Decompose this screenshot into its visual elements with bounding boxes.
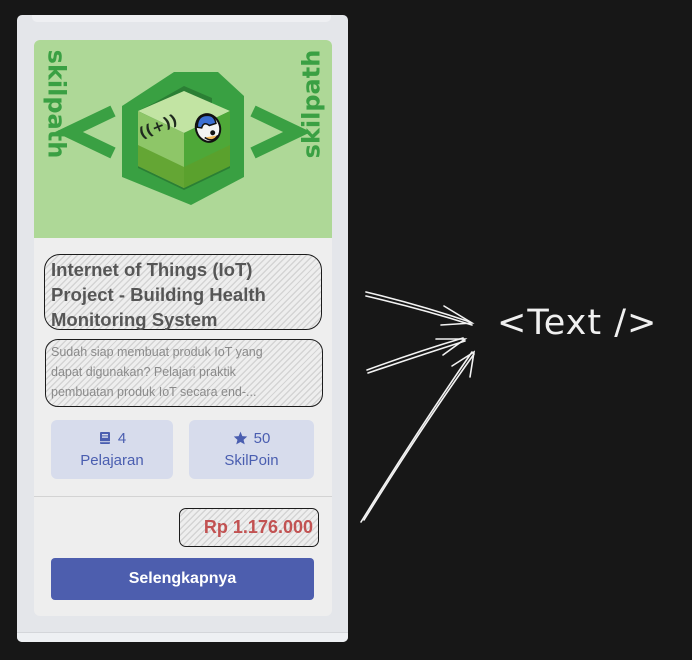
annotation-label: <Text /> [497, 303, 658, 343]
